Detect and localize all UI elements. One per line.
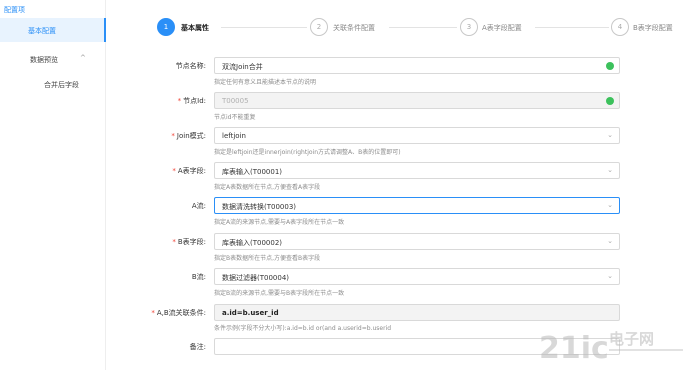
sidebar-item-label: 基本配置 xyxy=(28,27,56,35)
required-mark: * xyxy=(172,167,176,175)
b-table-hint: 指定B表数据所在节点,方便查看B表字段 xyxy=(214,255,321,262)
sidebar-item-basic-config[interactable]: 基本配置 xyxy=(0,18,106,42)
join-condition-label: * A,B流关联条件: xyxy=(151,309,206,317)
chevron-down-icon: ⌄ xyxy=(607,131,613,139)
step-divider xyxy=(389,27,457,28)
chevron-down-icon: ⌄ xyxy=(607,201,613,209)
b-table-select[interactable]: 库表输入(T00002) ⌄ xyxy=(214,233,620,250)
join-mode-select[interactable]: leftjoin ⌄ xyxy=(214,127,620,144)
a-table-select[interactable]: 库表输入(T00001) ⌄ xyxy=(214,162,620,179)
join-condition-hint: 条件示例(字段不分大小写):a.id=b.id or(and a.userid=… xyxy=(214,325,392,332)
a-table-hint: 指定A表数据所在节点,方便查看A表字段 xyxy=(214,184,321,191)
svg-text:21ic: 21ic xyxy=(539,331,609,366)
node-id-label: * 节点Id: xyxy=(177,97,206,105)
step-1-label[interactable]: 基本属性 xyxy=(181,23,209,33)
node-name-input[interactable]: 双流Join合并 xyxy=(214,57,620,74)
chevron-down-icon: ⌄ xyxy=(607,166,613,174)
check-success-icon xyxy=(606,62,614,70)
required-mark: * xyxy=(151,309,155,317)
step-2-circle[interactable]: 2 xyxy=(310,18,328,36)
b-stream-select[interactable]: 数据过滤器(T00004) ⌄ xyxy=(214,268,620,285)
node-name-value: 双流Join合并 xyxy=(222,63,263,71)
step-4-label[interactable]: B表字段配置 xyxy=(633,23,673,33)
node-id-value: T00005 xyxy=(222,97,249,105)
step-divider xyxy=(535,27,609,28)
sidebar-group-label: 数据预览 xyxy=(30,56,58,64)
required-mark: * xyxy=(172,238,176,246)
step-3-label[interactable]: A表字段配置 xyxy=(482,23,522,33)
b-table-label: * B表字段: xyxy=(172,238,206,246)
a-stream-label: A流: xyxy=(191,202,206,210)
chevron-up-icon: ^ xyxy=(80,54,86,62)
sidebar-group-data-preview[interactable]: 数据预览 ^ xyxy=(0,48,106,70)
check-success-icon xyxy=(606,97,614,105)
chevron-down-icon: ⌄ xyxy=(607,272,613,280)
b-stream-value: 数据过滤器(T00004) xyxy=(222,274,290,282)
sidebar-item-merged-fields[interactable]: 合并后字段 xyxy=(44,80,79,90)
join-mode-value: leftjoin xyxy=(222,132,246,140)
join-condition-value: a.id=b.user_id xyxy=(222,309,279,317)
a-stream-select[interactable]: 数据清洗转换(T00003) ⌄ xyxy=(214,197,620,214)
svg-text:电子网: 电子网 xyxy=(609,330,654,348)
step-3-circle[interactable]: 3 xyxy=(460,18,478,36)
sidebar-title: 配置项 xyxy=(4,6,25,14)
required-mark: * xyxy=(177,97,182,105)
a-stream-hint: 指定A流的来源节点,需要与A表字段所在节点一致 xyxy=(214,219,345,226)
node-id-input[interactable]: T00005 xyxy=(214,92,620,109)
step-progress: 1 基本属性 2 关联条件配置 3 A表字段配置 4 B表字段配置 xyxy=(157,18,687,40)
step-4-circle[interactable]: 4 xyxy=(611,18,629,36)
join-mode-hint: 指定是leftjoin还是innerjoin(rightjoin方式请调整A、B… xyxy=(214,149,401,156)
join-condition-input[interactable]: a.id=b.user_id xyxy=(214,304,620,321)
node-id-hint: 节点id不能重复 xyxy=(214,114,256,121)
join-mode-label: * Join模式: xyxy=(171,132,206,140)
required-mark: * xyxy=(171,132,175,140)
node-name-hint: 指定任何有意义且能描述本节点的说明 xyxy=(214,79,317,86)
b-table-value: 库表输入(T00002) xyxy=(222,239,283,247)
a-table-value: 库表输入(T00001) xyxy=(222,168,283,176)
b-stream-hint: 指定B流的来源节点,需要与B表字段所在节点一致 xyxy=(214,290,345,297)
step-1-circle[interactable]: 1 xyxy=(157,18,175,36)
watermark-logo: 21ic 电子网 xyxy=(539,330,683,366)
chevron-down-icon: ⌄ xyxy=(607,237,613,245)
step-divider xyxy=(221,27,307,28)
a-stream-value: 数据清洗转换(T00003) xyxy=(222,203,297,211)
step-2-label[interactable]: 关联条件配置 xyxy=(333,23,375,33)
node-name-label: 节点名称: xyxy=(175,62,206,70)
b-stream-label: B流: xyxy=(191,273,206,281)
remark-label: 备注: xyxy=(189,343,206,351)
sidebar: 配置项 基本配置 数据预览 ^ 合并后字段 xyxy=(0,0,106,370)
a-table-label: * A表字段: xyxy=(172,167,206,175)
